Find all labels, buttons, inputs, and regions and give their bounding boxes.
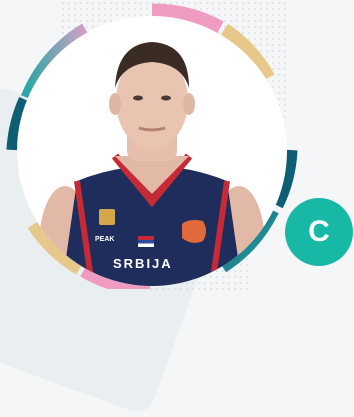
jersey-lettering: SRBIJA <box>113 256 173 271</box>
player-illustration <box>39 42 265 286</box>
player-photo: PEAK SRBIJA <box>17 16 287 286</box>
jersey-brand: PEAK <box>95 236 115 243</box>
c-letter-icon: C <box>308 215 330 248</box>
action-button[interactable]: C <box>285 198 353 266</box>
